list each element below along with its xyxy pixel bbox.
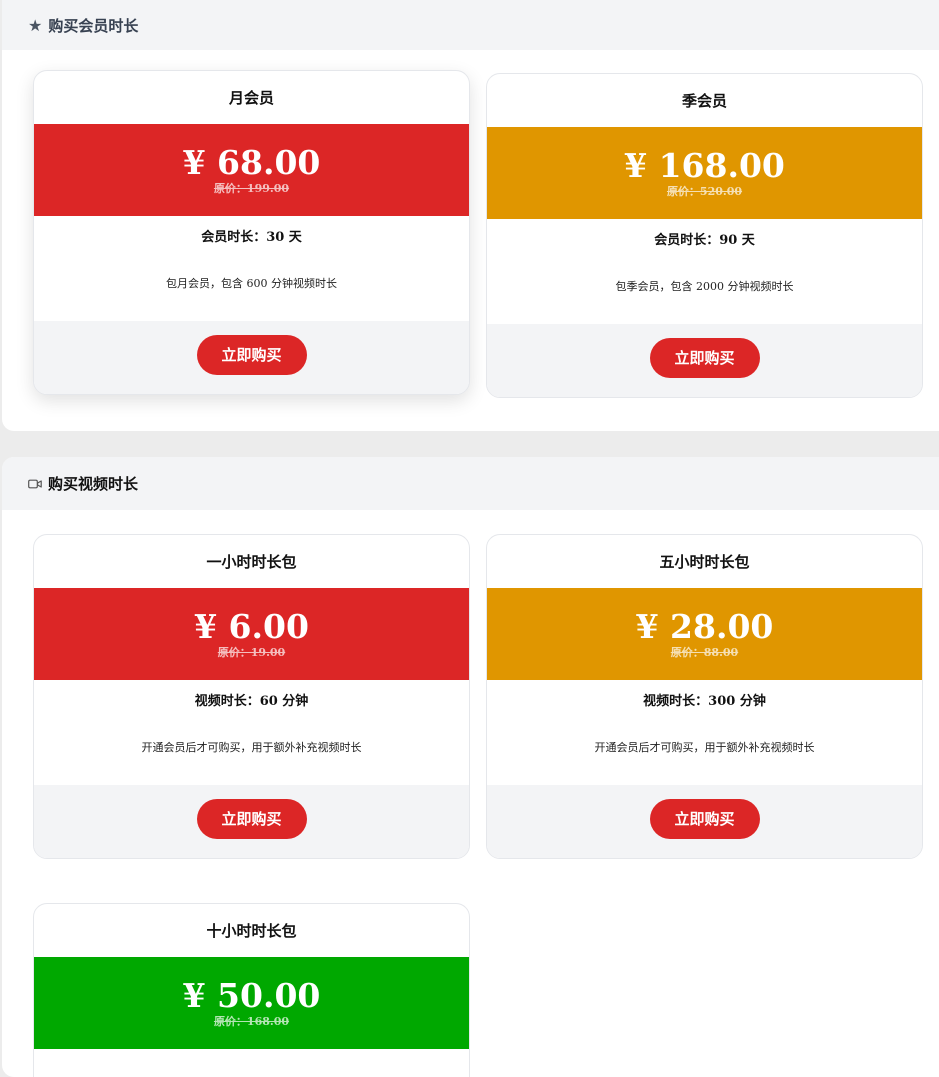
description-text: 包季会员，包含 2000 分钟视频时长	[615, 280, 794, 293]
card-footer: 立即购买	[34, 321, 469, 394]
buy-now-button[interactable]: 立即购买	[649, 798, 760, 839]
duration-text: 会员时长：30 天	[201, 230, 302, 245]
buy-now-button[interactable]: 立即购买	[649, 337, 760, 378]
price: ¥ 168.00	[624, 146, 785, 185]
video-section: 购买视频时长 一小时时长包 ¥ 6.00 原价：19.00 视频时长：60 分钟…	[2, 457, 939, 1077]
price: ¥ 68.00	[182, 143, 321, 182]
price: ¥ 50.00	[182, 976, 321, 1015]
card-title: 一小时时长包	[206, 553, 297, 571]
price-band: ¥ 168.00 原价：520.00	[487, 127, 922, 219]
member-section-header: ★ 购买会员时长	[2, 0, 939, 50]
price: ¥ 6.00	[194, 607, 309, 646]
video-pack-5h: 五小时时长包 ¥ 28.00 原价：88.00 视频时长：300 分钟 开通会员…	[486, 534, 923, 859]
duration-text: 视频时长：300 分钟	[643, 694, 766, 709]
original-price: 原价：19.00	[217, 646, 286, 659]
duration-text: 会员时长：90 天	[654, 233, 755, 248]
card-body: 会员时长：90 天 包季会员，包含 2000 分钟视频时长	[487, 219, 922, 324]
card-body: 会员时长：30 天 包月会员，包含 600 分钟视频时长	[34, 216, 469, 321]
video-camera-icon	[28, 479, 42, 489]
buy-now-button[interactable]: 立即购买	[196, 798, 307, 839]
card-body: 视频时长：300 分钟 开通会员后才可购买，用于额外补充视频时长	[487, 680, 922, 785]
price-band: ¥ 28.00 原价：88.00	[487, 588, 922, 680]
card-title: 季会员	[681, 92, 727, 110]
video-pack-1h: 一小时时长包 ¥ 6.00 原价：19.00 视频时长：60 分钟 开通会员后才…	[33, 534, 470, 859]
star-icon: ★	[28, 15, 43, 35]
description-text: 开通会员后才可购买，用于额外补充视频时长	[594, 741, 815, 754]
original-price: 原价：88.00	[670, 646, 739, 659]
price-band: ¥ 68.00 原价：199.00	[34, 124, 469, 216]
description-text: 开通会员后才可购买，用于额外补充视频时长	[141, 741, 362, 754]
member-section: ★ 购买会员时长 月会员 ¥ 68.00 原价：199.00 会员时长：30 天…	[2, 0, 939, 431]
price-band: ¥ 6.00 原价：19.00	[34, 588, 469, 680]
price-band: ¥ 50.00 原价：168.00	[34, 957, 469, 1049]
video-section-title: 购买视频时长	[48, 475, 139, 493]
original-price: 原价：168.00	[213, 1015, 290, 1028]
member-section-title: 购买会员时长	[48, 16, 139, 35]
plan-card-monthly: 月会员 ¥ 68.00 原价：199.00 会员时长：30 天 包月会员，包含 …	[33, 70, 470, 395]
card-footer: 立即购买	[487, 324, 922, 397]
card-body: 视频时长：60 分钟 开通会员后才可购买，用于额外补充视频时长	[34, 680, 469, 785]
buy-now-button[interactable]: 立即购买	[196, 334, 307, 375]
description-text: 包月会员，包含 600 分钟视频时长	[166, 277, 337, 290]
card-title: 月会员	[228, 89, 274, 107]
card-title: 十小时时长包	[206, 922, 297, 940]
card-title: 五小时时长包	[659, 553, 750, 571]
price: ¥ 28.00	[635, 607, 774, 646]
duration-text: 视频时长：60 分钟	[194, 694, 309, 709]
plan-card-quarterly: 季会员 ¥ 168.00 原价：520.00 会员时长：90 天 包季会员，包含…	[486, 73, 923, 398]
original-price: 原价：520.00	[666, 185, 743, 198]
video-section-header: 购买视频时长	[2, 457, 939, 510]
card-footer: 立即购买	[487, 785, 922, 858]
original-price: 原价：199.00	[213, 182, 290, 195]
card-footer: 立即购买	[34, 785, 469, 858]
